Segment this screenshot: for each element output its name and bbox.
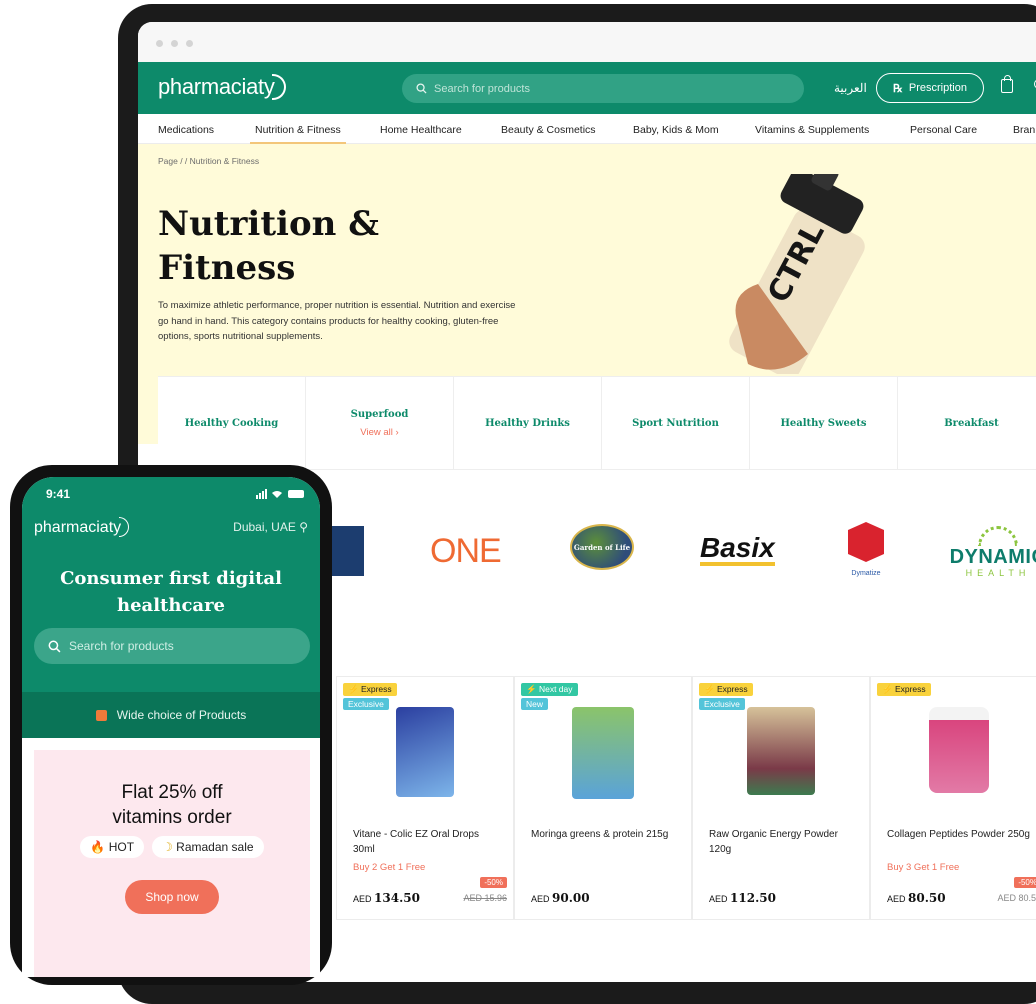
product-image [747, 707, 815, 795]
mobile-search-input[interactable]: Search for products [34, 628, 310, 664]
cart-icon[interactable] [1001, 75, 1013, 93]
subcategory-healthy-drinks[interactable]: Healthy Drinks [454, 377, 602, 469]
window-controls[interactable] [156, 40, 193, 47]
browser-bar [138, 22, 1036, 62]
promo-tags: 🔥 HOT ☽ Ramadan sale [34, 836, 310, 858]
brand-logo-one[interactable]: ONE [430, 532, 502, 571]
category-nav: Medications Nutrition & Fitness Home Hea… [138, 114, 1036, 144]
promo-banner[interactable]: Flat 25% off vitamins order 🔥 HOT ☽ Rama… [34, 750, 310, 977]
discount-badge: -50% [1014, 877, 1036, 888]
hot-tag[interactable]: 🔥 HOT [80, 836, 145, 858]
language-switch[interactable]: العربية [834, 81, 867, 95]
product-image [572, 707, 634, 799]
discount-badge: -50% [480, 877, 507, 888]
search-icon [48, 640, 61, 652]
product-name[interactable]: Vitane - Colic EZ Oral Drops 30ml [353, 827, 503, 857]
product-price: AED 80.50 [887, 891, 946, 905]
product-name[interactable]: Moringa greens & protein 215g [531, 827, 681, 842]
moon-icon: ☽ [162, 840, 173, 854]
fire-icon: 🔥 [90, 840, 106, 854]
site-logo[interactable]: pharmaciaty [158, 74, 286, 100]
subcategory-superfood[interactable]: Superfood View all › [306, 377, 454, 469]
product-price: AED 90.00 [531, 891, 590, 905]
product-promo: Buy 3 Get 1 Free [887, 862, 960, 873]
brand-logo-umeka[interactable] [328, 526, 364, 576]
breadcrumb[interactable]: Page / / Nutrition & Fitness [158, 156, 259, 166]
page-title: Nutrition & Fitness [158, 204, 379, 288]
nav-item-home-healthcare[interactable]: Home Healthcare [380, 124, 462, 136]
nav-item-nutrition-fitness[interactable]: Nutrition & Fitness [255, 124, 341, 136]
nav-item-personal-care[interactable]: Personal Care [910, 124, 977, 136]
express-badge: ⚡ Express [343, 683, 397, 696]
subcategory-breakfast[interactable]: Breakfast [898, 377, 1036, 469]
shop-now-button[interactable]: Shop now [125, 880, 219, 914]
feature-strip: Wide choice of Products [22, 692, 320, 738]
box-icon [95, 709, 107, 721]
prescription-button[interactable]: ℞ Prescription [876, 73, 984, 103]
mobile-logo[interactable]: pharmaciaty [34, 517, 130, 537]
search-input[interactable]: Search for products [402, 74, 804, 103]
product-card[interactable]: ⚡ Express Exclusive Vitane - Colic EZ Or… [336, 676, 514, 920]
exclusive-badge: Exclusive [343, 698, 389, 710]
product-old-price: AED 15.96 [463, 893, 507, 903]
location-pin-icon: ⚲ [299, 520, 308, 534]
product-image [396, 707, 454, 797]
subcategory-healthy-cooking[interactable]: Healthy Cooking [158, 377, 306, 469]
product-promo: Buy 2 Get 1 Free [353, 862, 426, 873]
product-name[interactable]: Collagen Peptides Powder 250g [887, 827, 1036, 842]
product-image [929, 707, 989, 793]
express-badge: ⚡ Express [877, 683, 931, 696]
express-badge: ⚡ Express [699, 683, 753, 696]
product-grid: ⚡ Express Exclusive Vitane - Colic EZ Or… [336, 676, 1036, 920]
next-day-badge: ⚡ Next day [521, 683, 578, 696]
nav-item-baby-kids-mom[interactable]: Baby, Kids & Mom [633, 124, 719, 136]
promo-title: Flat 25% off vitamins order [112, 782, 232, 828]
mobile-headline: Consumer first digital healthcare [60, 568, 282, 616]
page-description: To maximize athletic performance, proper… [158, 300, 516, 342]
status-time: 9:41 [46, 487, 71, 501]
nav-item-vitamins-supplements[interactable]: Vitamins & Supplements [755, 124, 869, 136]
brand-logo-dymatize[interactable]: Dymatize [838, 522, 894, 584]
shaker-illustration: CTRL [729, 174, 865, 374]
mobile-header: 9:41 pharmaciaty Dubai, UAE ⚲ Consumer f… [22, 477, 320, 692]
product-name[interactable]: Raw Organic Energy Powder 120g [709, 827, 859, 857]
new-badge: New [521, 698, 549, 710]
product-price: AED 112.50 [709, 891, 776, 905]
subcategory-row: Healthy Cooking Superfood View all › Hea… [158, 376, 1036, 470]
status-icons [256, 489, 304, 499]
product-card[interactable]: ⚡ Express Collagen Peptides Powder 250g … [870, 676, 1036, 920]
product-card[interactable]: ⚡ Next day New Moringa greens & protein … [514, 676, 692, 920]
brand-logo-garden-of-life[interactable]: Garden of Life [570, 524, 634, 570]
brand-logo-basix[interactable]: Basix [700, 532, 775, 566]
subcategory-sport-nutrition[interactable]: Sport Nutrition [602, 377, 750, 469]
mobile-screen: 9:41 pharmaciaty Dubai, UAE ⚲ Consumer f… [22, 477, 320, 977]
nav-item-medications[interactable]: Medications [158, 124, 214, 136]
ramadan-tag[interactable]: ☽ Ramadan sale [152, 836, 264, 858]
nav-item-brands[interactable]: Bran [1013, 124, 1035, 136]
search-icon [416, 83, 427, 94]
search-placeholder: Search for products [434, 82, 530, 95]
product-card[interactable]: ⚡ Express Exclusive Raw Organic Energy P… [692, 676, 870, 920]
product-old-price: AED 80.50 [997, 893, 1036, 903]
exclusive-badge: Exclusive [699, 698, 745, 710]
location-selector[interactable]: Dubai, UAE ⚲ [233, 520, 308, 534]
brand-logo-dynamic-health[interactable]: DYNAMIC HEALTH [928, 526, 1036, 578]
product-price: AED 134.50 [353, 891, 420, 905]
nav-item-beauty-cosmetics[interactable]: Beauty & Cosmetics [501, 124, 596, 136]
subcategory-healthy-sweets[interactable]: Healthy Sweets [750, 377, 898, 469]
view-all-link[interactable]: View all › [360, 427, 398, 438]
site-header: pharmaciaty Search for products العربية … [138, 62, 1036, 114]
chevron-right-icon: › [395, 426, 399, 438]
prescription-icon: ℞ [893, 82, 903, 95]
